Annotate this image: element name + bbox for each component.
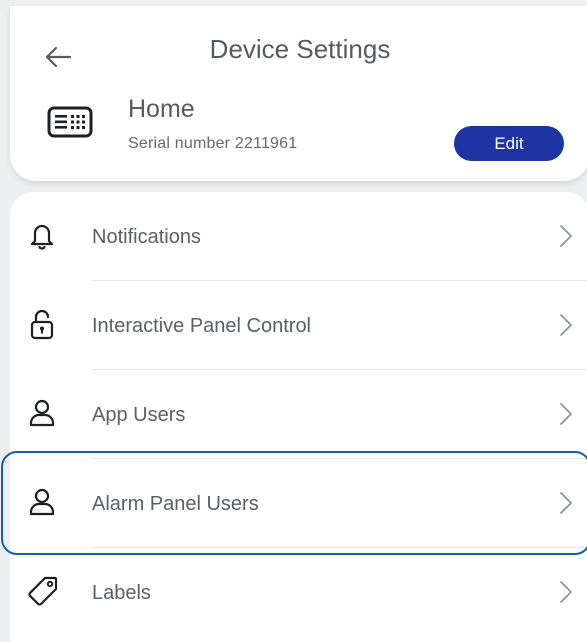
chevron-right-icon: [560, 314, 572, 336]
chevron-right-icon: [560, 225, 572, 247]
menu-item-label: Notifications: [92, 226, 201, 248]
menu-item-labels[interactable]: Labels: [10, 548, 587, 637]
serial-number: Serial number 2211961: [128, 135, 298, 152]
menu-item-alarm-panel-users[interactable]: Alarm Panel Users: [10, 459, 587, 548]
menu-item-notifications[interactable]: Notifications: [10, 192, 587, 281]
bell-icon: [30, 224, 54, 250]
unlocked-padlock-icon: [30, 309, 54, 340]
chevron-right-icon: [560, 492, 572, 514]
menu-item-label: App Users: [92, 404, 186, 426]
edit-button[interactable]: Edit: [454, 126, 564, 161]
menu-item-label: Labels: [92, 582, 151, 604]
tag-icon: [28, 576, 58, 606]
user-icon: [29, 488, 55, 516]
chevron-right-icon: [560, 403, 572, 425]
menu-item-label: Alarm Panel Users: [92, 493, 259, 515]
menu-item-app-users[interactable]: App Users: [10, 370, 587, 459]
settings-menu: Notifications Interactive Panel Control …: [10, 192, 587, 642]
device-header-card: Device Settings Home Serial number 22119…: [10, 6, 587, 181]
keypad-icon: [47, 106, 93, 138]
menu-item-label: Interactive Panel Control: [92, 315, 312, 337]
chevron-right-icon: [560, 581, 572, 603]
menu-item-interactive-panel-control[interactable]: Interactive Panel Control: [10, 281, 587, 370]
user-icon: [29, 399, 55, 427]
device-name: Home: [128, 95, 195, 123]
page-title: Device Settings: [209, 34, 391, 64]
